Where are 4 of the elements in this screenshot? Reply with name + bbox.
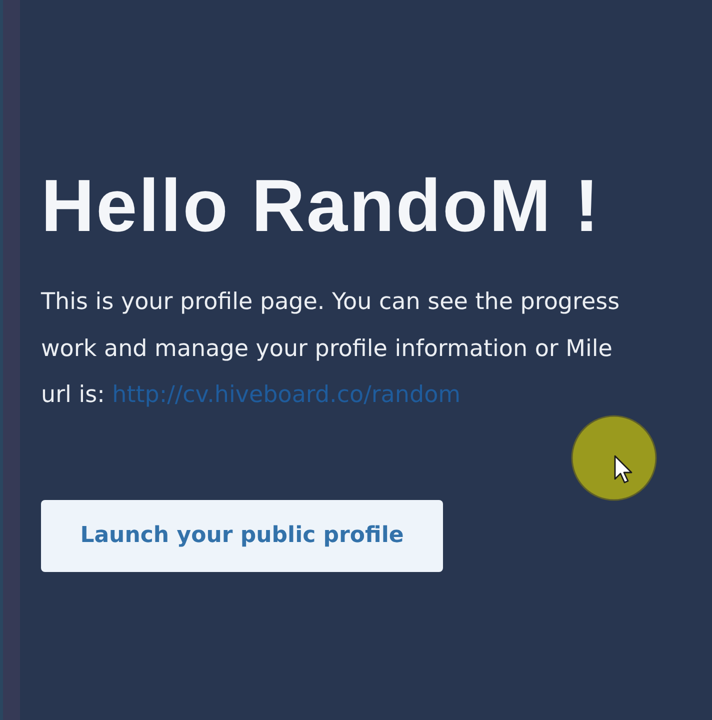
intro-paragraph: This is your profile page. You can see the progress work and manage your profile information or Mile url is: http://cv.hiveboard.co/random [41,288,620,410]
cursor-highlight-icon [571,415,657,501]
greeting-heading: Hello RandoM ! [41,163,601,249]
launch-profile-button[interactable]: Launch your public profile [41,500,443,572]
